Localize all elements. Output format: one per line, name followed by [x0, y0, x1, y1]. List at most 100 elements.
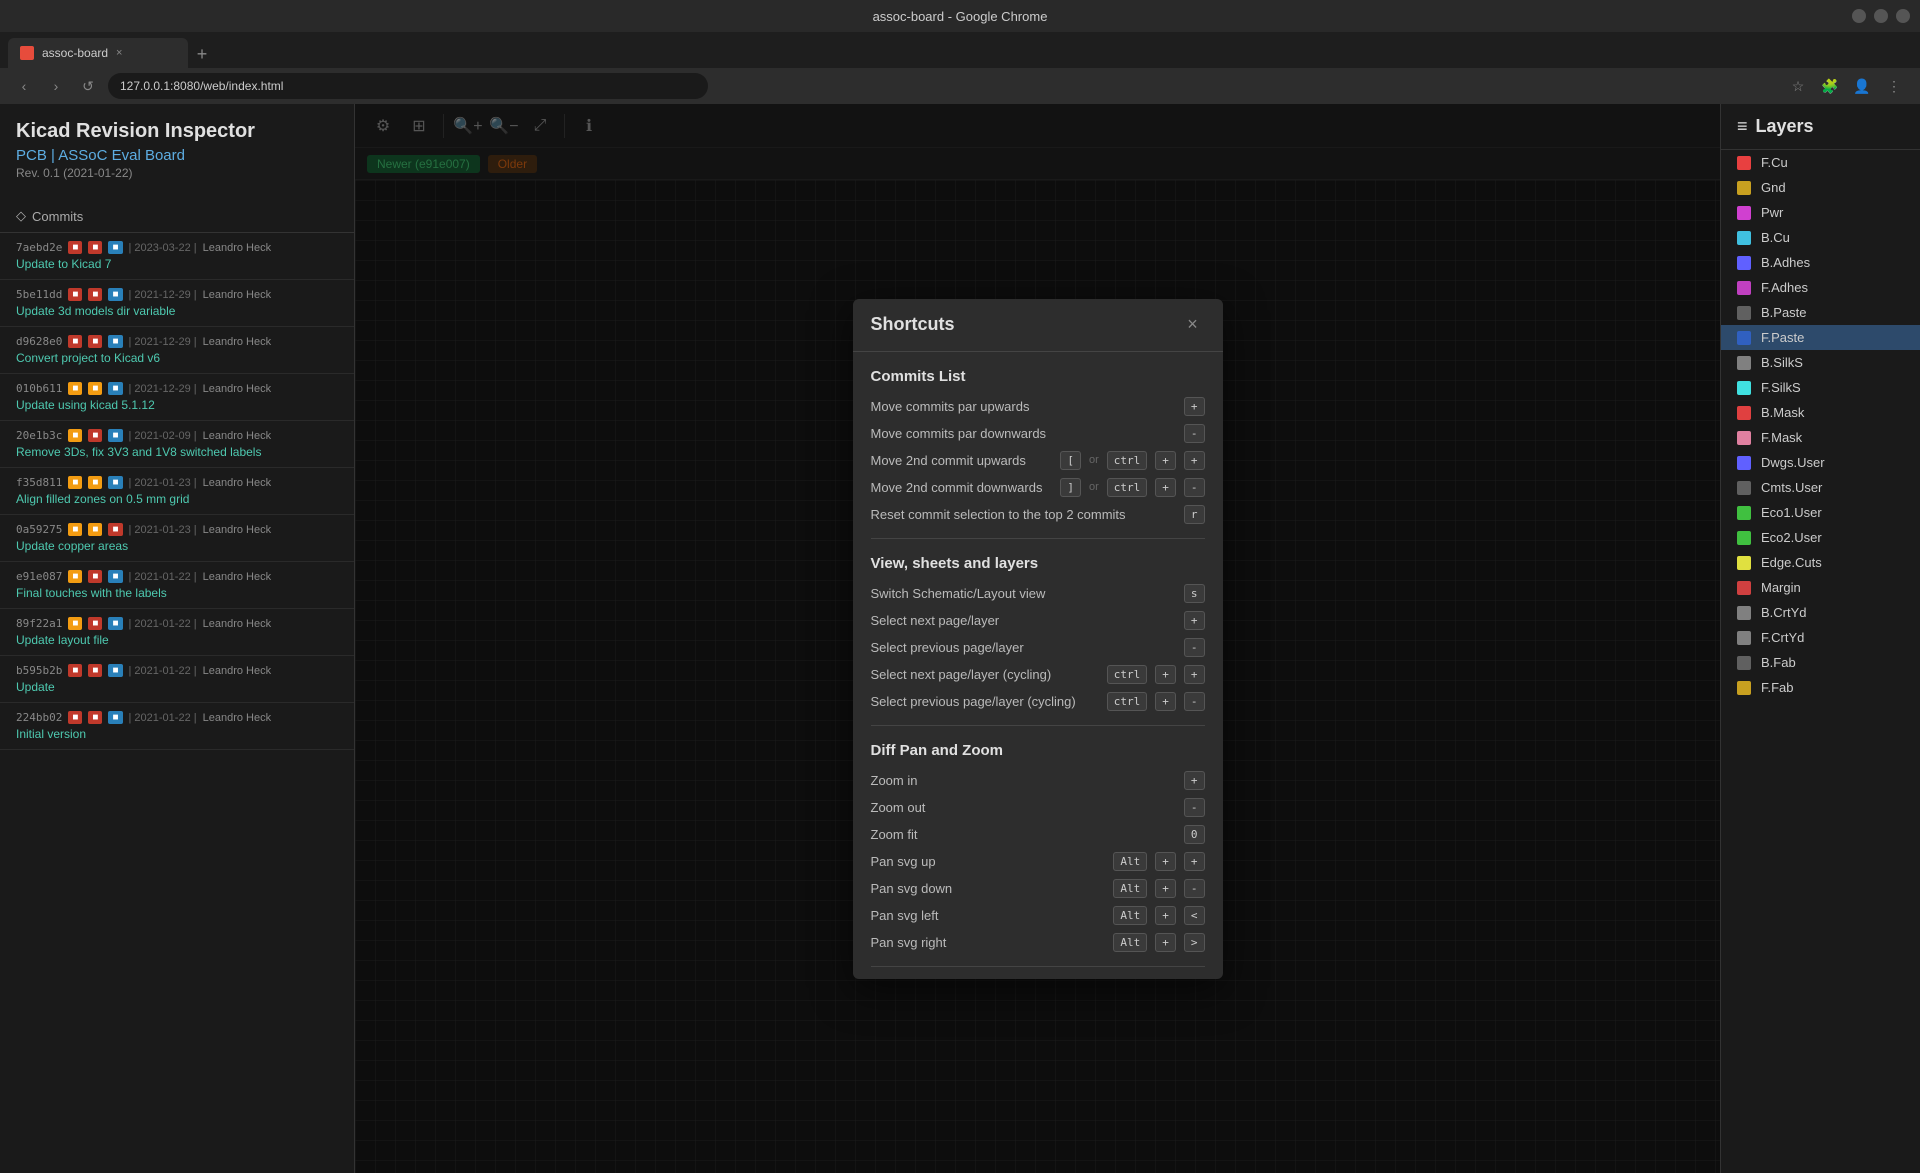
star-button[interactable]: ☆ [1784, 72, 1812, 100]
layer-item[interactable]: B.Cu [1721, 225, 1920, 250]
commit-author: Leandro Heck [203, 336, 272, 348]
modal-close-button[interactable]: × [1181, 313, 1205, 337]
layer-color-swatch [1737, 681, 1751, 695]
layer-item[interactable]: F.Cu [1721, 150, 1920, 175]
commit-item[interactable]: 5be11dd ■■■ | 2021-12-29 | Leandro Heck … [0, 280, 354, 327]
commit-badge: ■ [88, 570, 102, 583]
commit-badge: ■ [108, 288, 122, 301]
modal-header: Shortcuts × [853, 299, 1223, 352]
shortcut-desc: Pan svg left [871, 908, 1106, 923]
commit-badge: ■ [108, 664, 122, 677]
layers-header: ≡ Layers [1721, 104, 1920, 150]
layer-item[interactable]: B.Paste [1721, 300, 1920, 325]
layer-name: F.Adhes [1761, 280, 1808, 295]
commit-item[interactable]: e91e087 ■■■ | 2021-01-22 | Leandro Heck … [0, 562, 354, 609]
commit-message: Remove 3Ds, fix 3V3 and 1V8 switched lab… [16, 445, 338, 459]
shortcut-key: + [1184, 665, 1205, 684]
commit-meta: 7aebd2e ■■■ | 2023-03-22 | Leandro Heck [16, 241, 338, 254]
main-content: ⚙ ⊞ 🔍+ 🔍− ⤢ ℹ Newer (e91e007) Older Shor… [355, 104, 1720, 1173]
section-divider [871, 725, 1205, 726]
shortcut-desc: Move commits par upwards [871, 399, 1176, 414]
browser-tab[interactable]: assoc-board × [8, 38, 188, 68]
layer-color-swatch [1737, 331, 1751, 345]
shortcut-desc: Zoom out [871, 800, 1176, 815]
layer-item[interactable]: Eco2.User [1721, 525, 1920, 550]
shortcut-key: Alt [1113, 852, 1147, 871]
layer-item[interactable]: F.Paste [1721, 325, 1920, 350]
commit-date: | 2021-12-29 | [129, 336, 197, 348]
commit-badge: ■ [88, 523, 102, 536]
commit-item[interactable]: 0a59275 ■■■ | 2021-01-23 | Leandro Heck … [0, 515, 354, 562]
layer-item[interactable]: Margin [1721, 575, 1920, 600]
commit-item[interactable]: 20e1b3c ■■■ | 2021-02-09 | Leandro Heck … [0, 421, 354, 468]
layer-item[interactable]: F.CrtYd [1721, 625, 1920, 650]
commit-hash: 0a59275 [16, 523, 62, 536]
sidebar: Kicad Revision Inspector PCB | ASSoC Eva… [0, 104, 355, 1173]
tab-close-icon[interactable]: × [116, 47, 122, 59]
layer-name: Gnd [1761, 180, 1786, 195]
layer-color-swatch [1737, 531, 1751, 545]
shortcut-desc: Reset commit selection to the top 2 comm… [871, 507, 1176, 522]
layer-item[interactable]: B.CrtYd [1721, 600, 1920, 625]
layer-item[interactable]: F.Mask [1721, 425, 1920, 450]
commit-item[interactable]: b595b2b ■■■ | 2021-01-22 | Leandro Heck … [0, 656, 354, 703]
shortcut-row: Pan svg right Alt + > [871, 933, 1205, 952]
layer-color-swatch [1737, 256, 1751, 270]
layer-color-swatch [1737, 181, 1751, 195]
layer-item[interactable]: B.Fab [1721, 650, 1920, 675]
commit-hash: 224bb02 [16, 711, 62, 724]
reload-button[interactable]: ↺ [76, 74, 100, 98]
new-tab-button[interactable]: + [188, 40, 216, 68]
layer-item[interactable]: B.SilkS [1721, 350, 1920, 375]
shortcut-desc: Move 2nd commit upwards [871, 453, 1053, 468]
back-button[interactable]: ‹ [12, 74, 36, 98]
profile-button[interactable]: 👤 [1848, 72, 1876, 100]
layer-item[interactable]: Cmts.User [1721, 475, 1920, 500]
commit-message: Align filled zones on 0.5 mm grid [16, 492, 338, 506]
layer-item[interactable]: Edge.Cuts [1721, 550, 1920, 575]
maximize-button[interactable]: □ [1874, 9, 1888, 23]
commit-item[interactable]: 224bb02 ■■■ | 2021-01-22 | Leandro Heck … [0, 703, 354, 750]
layer-name: B.Mask [1761, 405, 1804, 420]
layer-item[interactable]: F.Fab [1721, 675, 1920, 700]
layer-item[interactable]: Gnd [1721, 175, 1920, 200]
layer-item[interactable]: Pwr [1721, 200, 1920, 225]
commit-date: | 2021-01-22 | [129, 618, 197, 630]
commit-badge: ■ [88, 382, 102, 395]
layer-item[interactable]: Eco1.User [1721, 500, 1920, 525]
shortcut-key: r [1184, 505, 1205, 524]
settings-button[interactable]: ⋮ [1880, 72, 1908, 100]
commit-meta: 0a59275 ■■■ | 2021-01-23 | Leandro Heck [16, 523, 338, 536]
layer-color-swatch [1737, 656, 1751, 670]
shortcut-key: - [1184, 478, 1205, 497]
shortcut-desc: Select next page/layer (cycling) [871, 667, 1099, 682]
browser-title: assoc-board - Google Chrome [873, 9, 1048, 24]
commit-badge: ■ [108, 335, 122, 348]
layer-color-swatch [1737, 156, 1751, 170]
commit-date: | 2021-12-29 | [129, 289, 197, 301]
section-view-title: View, sheets and layers [871, 555, 1205, 572]
layer-item[interactable]: B.Adhes [1721, 250, 1920, 275]
forward-button[interactable]: › [44, 74, 68, 98]
commit-item[interactable]: d9628e0 ■■■ | 2021-12-29 | Leandro Heck … [0, 327, 354, 374]
layer-item[interactable]: F.Adhes [1721, 275, 1920, 300]
extension-button[interactable]: 🧩 [1816, 72, 1844, 100]
tab-favicon [20, 46, 34, 60]
layer-name: Edge.Cuts [1761, 555, 1822, 570]
layer-item[interactable]: F.SilkS [1721, 375, 1920, 400]
board-title: PCB | ASSoC Eval Board [16, 147, 338, 164]
commit-item[interactable]: 7aebd2e ■■■ | 2023-03-22 | Leandro Heck … [0, 233, 354, 280]
commit-item[interactable]: f35d811 ■■■ | 2021-01-23 | Leandro Heck … [0, 468, 354, 515]
commit-badge: ■ [108, 711, 122, 724]
address-input[interactable] [108, 73, 708, 99]
commit-date: | 2021-01-23 | [129, 524, 197, 536]
commit-message: Convert project to Kicad v6 [16, 351, 338, 365]
layer-item[interactable]: Dwgs.User [1721, 450, 1920, 475]
commit-item[interactable]: 010b611 ■■■ | 2021-12-29 | Leandro Heck … [0, 374, 354, 421]
minimize-button[interactable]: ─ [1852, 9, 1866, 23]
close-button[interactable]: × [1896, 9, 1910, 23]
commit-item[interactable]: 89f22a1 ■■■ | 2021-01-22 | Leandro Heck … [0, 609, 354, 656]
layer-item[interactable]: B.Mask [1721, 400, 1920, 425]
layer-color-swatch [1737, 281, 1751, 295]
modal-title: Shortcuts [871, 314, 955, 335]
